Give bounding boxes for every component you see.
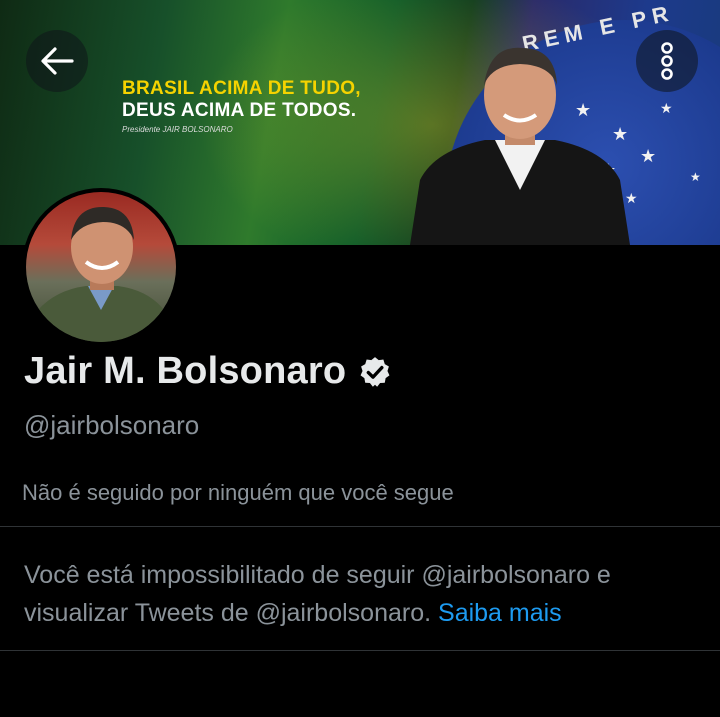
avatar-portrait [31,206,171,342]
banner-star: ★ [690,170,701,184]
learn-more-link[interactable]: Saiba mais [438,599,562,627]
back-button[interactable] [26,30,88,92]
more-vertical-icon [661,42,673,80]
profile-name: Jair M. Bolsonaro [24,350,347,392]
followers-you-know[interactable]: Não é seguido por ninguém que você segue [22,480,454,506]
divider [0,526,720,527]
blocked-notice: Você está impossibilitado de seguir @jai… [24,556,704,632]
banner-star: ★ [660,100,673,116]
profile-name-row: Jair M. Bolsonaro [24,350,392,393]
verified-badge-icon[interactable] [358,355,392,389]
banner-slogan: BRASIL ACIMA DE TUDO, DEUS ACIMA DE TODO… [122,78,361,134]
avatar[interactable] [22,188,180,346]
slogan-line-2: DEUS ACIMA DE TODOS. [122,100,357,121]
avatar-image [26,192,176,342]
more-options-button[interactable] [636,30,698,92]
slogan-line-1: BRASIL ACIMA DE TUDO, [122,78,361,99]
arrow-left-icon [41,47,74,75]
banner-star: ★ [640,146,657,166]
slogan-signature: Presidente JAIR BOLSONARO [122,125,233,134]
banner-portrait [410,47,630,245]
profile-handle: @jairbolsonaro [24,410,200,440]
divider [0,650,720,651]
